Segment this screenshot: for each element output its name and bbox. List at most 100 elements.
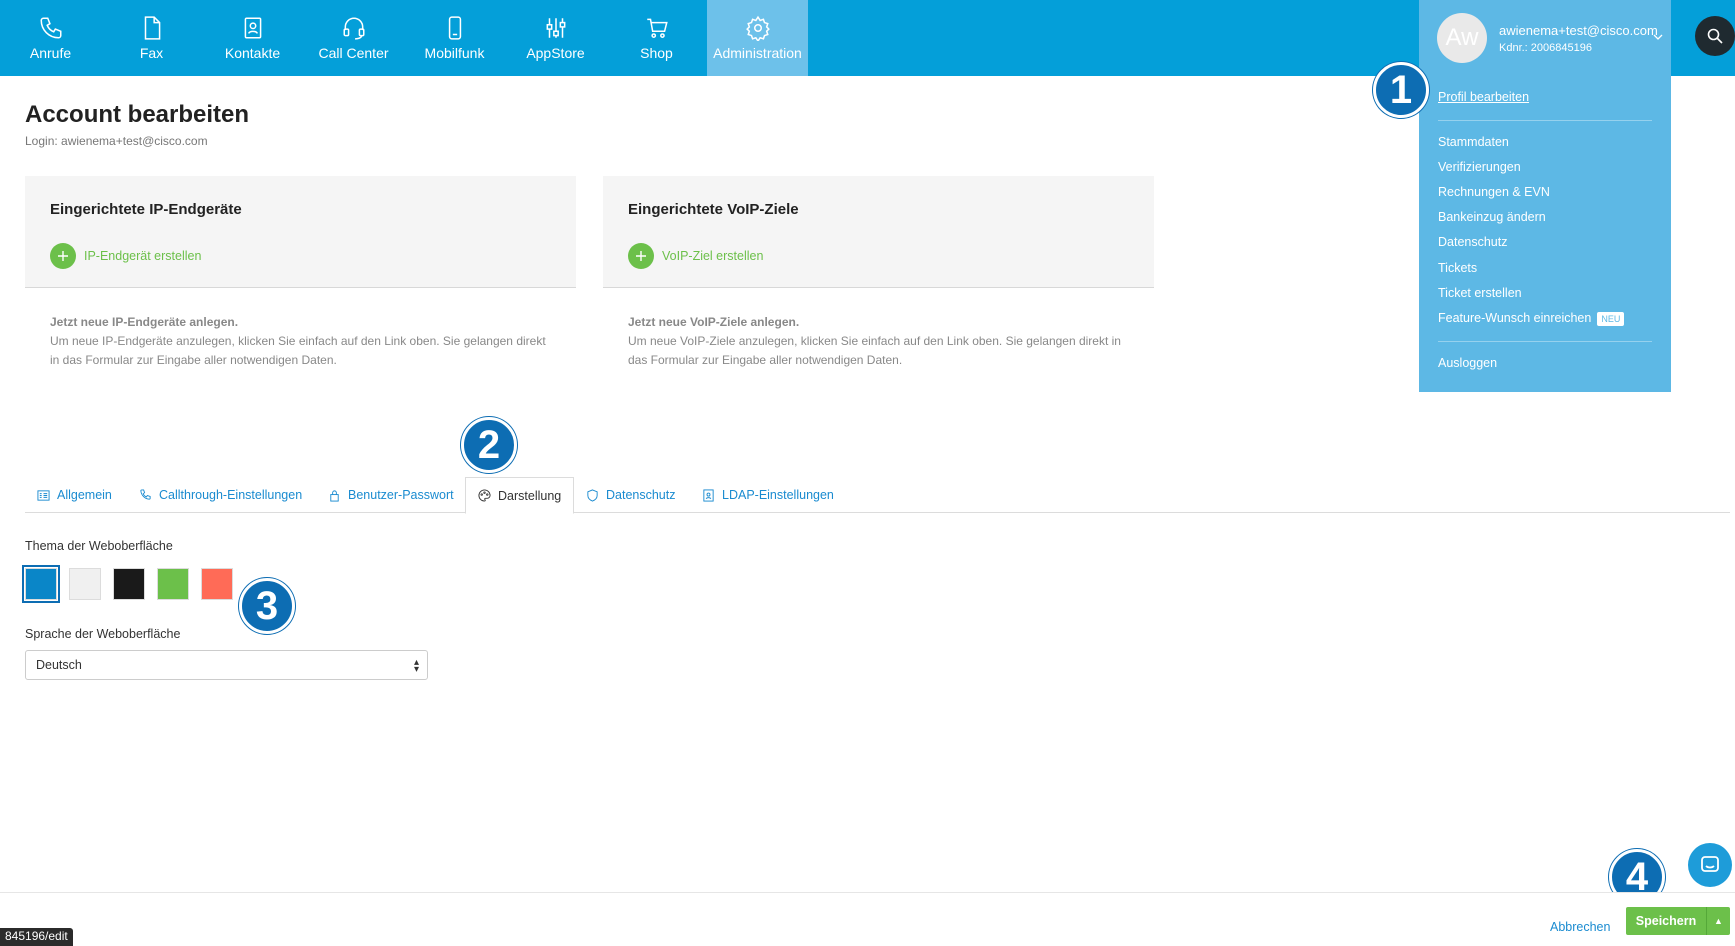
- main-nav: Anrufe Fax Kontakte Call Center Mobilfun…: [0, 0, 808, 76]
- tab-datenschutz[interactable]: Datenschutz: [586, 477, 675, 513]
- menu-divider: [1438, 120, 1652, 121]
- tab-label: Darstellung: [498, 488, 562, 503]
- page-title: Account bearbeiten: [25, 101, 250, 128]
- nav-label: Mobilfunk: [424, 45, 485, 61]
- nav-item-anrufe[interactable]: Anrufe: [0, 0, 101, 76]
- tab-label: Benutzer-Passwort: [348, 488, 454, 502]
- tab-allgemein[interactable]: Allgemein: [37, 477, 112, 513]
- fax-document-icon: [144, 16, 160, 40]
- cancel-button[interactable]: Abbrechen: [1550, 920, 1610, 934]
- new-badge: NEU: [1597, 311, 1625, 326]
- nav-label: Administration: [713, 45, 802, 61]
- step-marker-3: 3: [239, 578, 295, 634]
- plus-icon: [50, 243, 76, 269]
- tab-ldap-einstellungen[interactable]: LDAP-Einstellungen: [702, 477, 834, 513]
- nav-label: Call Center: [318, 45, 389, 61]
- nav-label: Shop: [640, 45, 673, 61]
- tab-label: LDAP-Einstellungen: [722, 488, 834, 502]
- search-icon: [1707, 28, 1723, 44]
- status-bar-url: 845196/edit: [0, 928, 73, 946]
- address-book-icon: [703, 488, 714, 502]
- user-info: awienema+test@cisco.com Kdnr.: 200684519…: [1499, 23, 1658, 54]
- nav-item-call-center[interactable]: Call Center: [303, 0, 404, 76]
- lock-icon: [330, 489, 339, 502]
- nav-item-fax[interactable]: Fax: [101, 0, 202, 76]
- mobile-phone-icon: [448, 16, 461, 40]
- select-arrows-icon: ▴ ▾: [413, 657, 419, 675]
- gear-icon: [745, 15, 770, 41]
- theme-swatch-blue[interactable]: [22, 565, 60, 603]
- theme-swatch-black[interactable]: [113, 568, 145, 600]
- menu-item-ticket-erstellen[interactable]: Ticket erstellen: [1438, 286, 1522, 300]
- save-options-caret-icon[interactable]: ▲: [1706, 907, 1730, 935]
- nav-label: AppStore: [526, 45, 585, 61]
- voip-targets-card: Eingerichtete VoIP-Ziele VoIP-Ziel erste…: [603, 176, 1154, 288]
- user-customer-number: Kdnr.: 2006845196: [1499, 41, 1592, 54]
- appstore-icon: [546, 18, 565, 38]
- contacts-icon: [244, 17, 261, 39]
- chat-widget-button[interactable]: [1688, 843, 1732, 887]
- theme-label: Thema der Weboberfläche: [25, 539, 173, 553]
- user-email: awienema+test@cisco.com: [1499, 22, 1658, 38]
- nav-item-shop[interactable]: Shop: [606, 0, 707, 76]
- description-body: Um neue IP-Endgeräte anzulegen, klicken …: [50, 334, 546, 367]
- tab-callthrough[interactable]: Callthrough-Einstellungen: [139, 477, 302, 513]
- card-title: Eingerichtete IP-Endgeräte: [50, 201, 242, 218]
- user-dropdown-menu: Profil bearbeiten Stammdaten Verifizieru…: [1419, 76, 1671, 392]
- theme-swatch-light[interactable]: [69, 568, 101, 600]
- save-button[interactable]: Speichern ▲: [1626, 907, 1730, 935]
- phone-icon: [39, 17, 62, 39]
- save-label: Speichern: [1635, 914, 1697, 928]
- description-body: Um neue VoIP-Ziele anzulegen, klicken Si…: [628, 334, 1121, 367]
- ip-devices-description: Jetzt neue IP-Endgeräte anlegen. Um neue…: [50, 313, 550, 370]
- language-select[interactable]: Deutsch ▴ ▾: [25, 650, 428, 680]
- nav-label: Fax: [139, 45, 164, 61]
- user-menu-toggle[interactable]: Aw awienema+test@cisco.com Kdnr.: 200684…: [1419, 0, 1671, 76]
- login-info: Login: awienema+test@cisco.com: [25, 134, 208, 148]
- chevron-down-icon: [1653, 34, 1663, 40]
- nav-label: Kontakte: [224, 45, 281, 61]
- menu-item-stammdaten[interactable]: Stammdaten: [1438, 135, 1509, 149]
- theme-swatch-red[interactable]: [201, 568, 233, 600]
- action-label: IP-Endgerät erstellen: [84, 249, 202, 263]
- phone-icon: [140, 488, 151, 500]
- top-navigation-bar: Anrufe Fax Kontakte Call Center Mobilfun…: [0, 0, 1735, 76]
- nav-item-administration[interactable]: Administration: [707, 0, 808, 76]
- nav-item-kontakte[interactable]: Kontakte: [202, 0, 303, 76]
- headset-icon: [342, 17, 365, 40]
- menu-item-tickets[interactable]: Tickets: [1438, 261, 1477, 275]
- search-button[interactable]: [1695, 16, 1735, 56]
- tab-label: Callthrough-Einstellungen: [159, 488, 303, 502]
- theme-swatch-green[interactable]: [157, 568, 189, 600]
- menu-item-rechnungen[interactable]: Rechnungen & EVN: [1438, 185, 1550, 199]
- palette-icon: [478, 489, 491, 502]
- menu-item-datenschutz[interactable]: Datenschutz: [1438, 235, 1507, 249]
- settings-tabs: Allgemein Callthrough-Einstellungen Benu…: [25, 477, 1730, 514]
- menu-item-profil-bearbeiten[interactable]: Profil bearbeiten: [1438, 90, 1529, 104]
- chat-icon: [1701, 856, 1719, 872]
- cart-icon: [646, 18, 668, 38]
- language-selected-value: Deutsch: [36, 658, 82, 672]
- step-marker-1: 1: [1373, 62, 1429, 118]
- language-label: Sprache der Weboberfläche: [25, 627, 181, 641]
- card-title: Eingerichtete VoIP-Ziele: [628, 201, 799, 218]
- action-label: VoIP-Ziel erstellen: [662, 249, 764, 263]
- menu-item-feature-wunsch[interactable]: Feature-Wunsch einreichen NEU: [1438, 311, 1625, 326]
- tab-darstellung[interactable]: Darstellung: [465, 477, 575, 514]
- create-voip-target-link[interactable]: VoIP-Ziel erstellen: [628, 243, 763, 269]
- menu-item-bankeinzug[interactable]: Bankeinzug ändern: [1438, 210, 1546, 224]
- avatar: Aw: [1437, 13, 1487, 63]
- menu-item-verifizierungen[interactable]: Verifizierungen: [1438, 160, 1521, 174]
- menu-divider: [1438, 341, 1652, 342]
- description-title: Jetzt neue IP-Endgeräte anlegen.: [50, 315, 239, 329]
- app-root: Anrufe Fax Kontakte Call Center Mobilfun…: [0, 0, 1735, 946]
- tab-benutzer-passwort[interactable]: Benutzer-Passwort: [328, 477, 454, 513]
- create-ip-device-link[interactable]: IP-Endgerät erstellen: [50, 243, 201, 269]
- tab-label: Datenschutz: [606, 488, 676, 502]
- nav-item-appstore[interactable]: AppStore: [505, 0, 606, 76]
- menu-item-ausloggen[interactable]: Ausloggen: [1438, 356, 1497, 370]
- nav-item-mobilfunk[interactable]: Mobilfunk: [404, 0, 505, 76]
- voip-targets-description: Jetzt neue VoIP-Ziele anlegen. Um neue V…: [628, 313, 1128, 370]
- nav-label: Anrufe: [29, 45, 72, 61]
- plus-icon: [628, 243, 654, 269]
